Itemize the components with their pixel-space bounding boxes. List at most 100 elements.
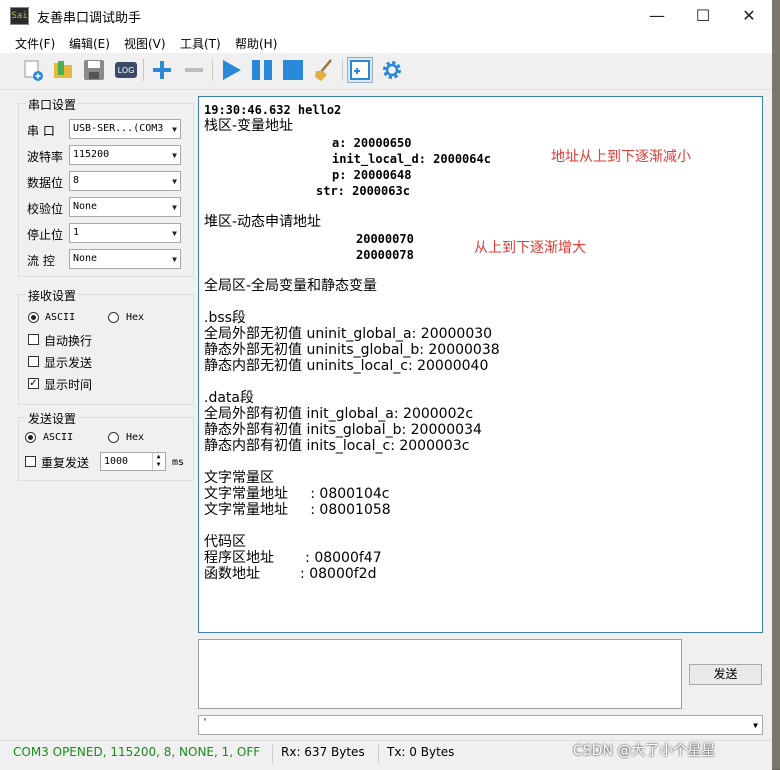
tx-count: Tx: 0 Bytes [387, 745, 455, 759]
port-label: 串 口 [27, 124, 55, 138]
output-line: 程序区地址 : 08000f47 [204, 550, 382, 566]
watermark: CSDN @大了小个星星 [573, 743, 716, 759]
interval-input[interactable]: 1000 ▲ ▼ [100, 452, 166, 471]
parity-select[interactable]: None ▼ [69, 197, 181, 217]
status-divider [378, 745, 379, 763]
output-line: 文字常量地址 : 08001058 [204, 502, 391, 518]
remove-icon[interactable] [181, 57, 207, 83]
desktop-background [772, 0, 780, 769]
send-button[interactable]: 发送 [689, 664, 762, 685]
output-line: 代码区 [204, 534, 246, 550]
title-bar: Sai 友善串口调试助手 — ☐ ✕ [0, 0, 772, 31]
toolbar-separator [342, 59, 343, 81]
output-line: 文字常量地址 : 0800104c [204, 486, 390, 502]
svg-text:LOG: LOG [118, 66, 135, 75]
output-line: p: 20000648 [332, 168, 412, 182]
annotation-increasing: 从上到下逐渐增大 [474, 240, 586, 256]
repeat-send-checkbox[interactable] [25, 456, 36, 467]
send-hex-radio[interactable] [108, 432, 119, 443]
output-line: 静态内部无初值 uninits_local_c: 20000040 [204, 358, 489, 374]
output-line: 全局外部无初值 uninit_global_a: 20000030 [204, 326, 493, 342]
output-line: 全局外部有初值 init_global_a: 2000002c [204, 406, 474, 422]
menu-edit[interactable]: 编辑(E) [69, 35, 110, 52]
new-file-icon[interactable] [20, 57, 46, 83]
output-line: 静态外部无初值 uninits_global_b: 20000038 [204, 342, 500, 358]
output-line: .data段 [204, 390, 254, 406]
output-line: 19:30:46.632 hello2 [204, 103, 342, 117]
databits-select[interactable]: 8 ▼ [69, 171, 181, 191]
output-line: a: 20000650 [332, 136, 412, 150]
chevron-down-icon: ▼ [172, 125, 177, 134]
app-icon: Sai [10, 7, 29, 25]
show-send-checkbox[interactable] [28, 356, 39, 367]
stopbits-label: 停止位 [27, 228, 64, 242]
receive-settings-title: 接收设置 [26, 287, 79, 304]
output-line: init_local_d: 2000064c [332, 152, 491, 166]
flow-select[interactable]: None ▼ [69, 249, 181, 269]
send-ascii-radio[interactable] [25, 432, 36, 443]
output-line: 文字常量区 [204, 470, 274, 486]
output-line: 函数地址 : 08000f2d [204, 566, 377, 582]
baud-label: 波特率 [27, 150, 64, 164]
chevron-down-icon: ▼ [172, 255, 177, 264]
port-select[interactable]: USB-SER...(COM3 ▼ [69, 119, 181, 139]
maximize-button[interactable]: ☐ [680, 0, 726, 31]
menu-help[interactable]: 帮助(H) [235, 35, 277, 52]
interval-stepper[interactable]: ▲ ▼ [152, 453, 164, 470]
stopbits-select[interactable]: 1 ▼ [69, 223, 181, 243]
output-line: 静态外部有初值 inits_global_b: 20000034 [204, 422, 482, 438]
log-icon[interactable]: LOG [113, 57, 139, 83]
output-line: .bss段 [204, 310, 246, 326]
receive-hex-radio[interactable] [108, 312, 119, 323]
toolbar-separator [212, 59, 213, 81]
open-icon[interactable] [50, 57, 76, 83]
close-button[interactable]: ✕ [726, 0, 772, 31]
save-icon[interactable] [81, 57, 107, 83]
databits-label: 数据位 [27, 176, 64, 190]
output-line: 静态内部有初值 inits_local_c: 2000003c [204, 438, 470, 454]
menu-tools[interactable]: 工具(T) [180, 35, 221, 52]
window-title: 友善串口调试助手 [37, 11, 142, 26]
show-time-checkbox[interactable]: ✓ [28, 378, 39, 389]
output-line: 20000078 [356, 248, 414, 262]
clear-icon[interactable] [311, 57, 337, 83]
chevron-down-icon: ▼ [172, 203, 177, 212]
rx-count: Rx: 637 Bytes [281, 745, 365, 759]
baud-select[interactable]: 115200 ▼ [69, 145, 181, 165]
send-hex-label: Hex [126, 432, 145, 443]
settings-icon[interactable] [379, 57, 405, 83]
send-input[interactable] [198, 639, 682, 709]
add-icon[interactable] [149, 57, 175, 83]
minimize-button[interactable]: — [634, 0, 680, 31]
menu-view[interactable]: 视图(V) [124, 35, 166, 52]
receive-output[interactable]: 19:30:46.632 hello2 栈区-变量地址 a: 20000650 … [198, 96, 763, 633]
parity-label: 校验位 [27, 202, 64, 216]
send-ascii-label: ASCII [43, 432, 74, 443]
auto-wrap-label: 自动换行 [44, 334, 93, 348]
output-line: 栈区-变量地址 [204, 118, 294, 134]
auto-wrap-checkbox[interactable] [28, 334, 39, 345]
menu-file[interactable]: 文件(F) [15, 35, 55, 52]
port-status: COM3 OPENED, 115200, 8, NONE, 1, OFF [13, 745, 261, 759]
receive-ascii-radio[interactable] [28, 312, 39, 323]
send-history-select[interactable]: ' ▼ [198, 715, 763, 735]
chevron-down-icon: ▼ [172, 177, 177, 186]
receive-hex-label: Hex [126, 312, 145, 323]
send-settings-title: 发送设置 [26, 410, 79, 427]
toolbar: LOG [0, 53, 772, 90]
serial-settings-title: 串口设置 [26, 96, 79, 113]
output-line: 全局区-全局变量和静态变量 [204, 278, 378, 294]
receive-ascii-label: ASCII [45, 312, 76, 323]
output-line: str: 2000063c [316, 184, 410, 198]
pause-icon[interactable] [249, 57, 275, 83]
status-divider [272, 745, 273, 763]
stop-icon[interactable] [280, 57, 306, 83]
play-icon[interactable] [218, 57, 244, 83]
output-line: 20000070 [356, 232, 414, 246]
chevron-down-icon: ▼ [172, 151, 177, 160]
chevron-down-icon: ▼ [172, 229, 177, 238]
annotation-decreasing: 地址从上到下逐渐减小 [551, 149, 691, 165]
flow-label: 流 控 [27, 254, 55, 268]
show-time-label: 显示时间 [44, 378, 93, 392]
add-window-icon[interactable] [347, 57, 373, 83]
